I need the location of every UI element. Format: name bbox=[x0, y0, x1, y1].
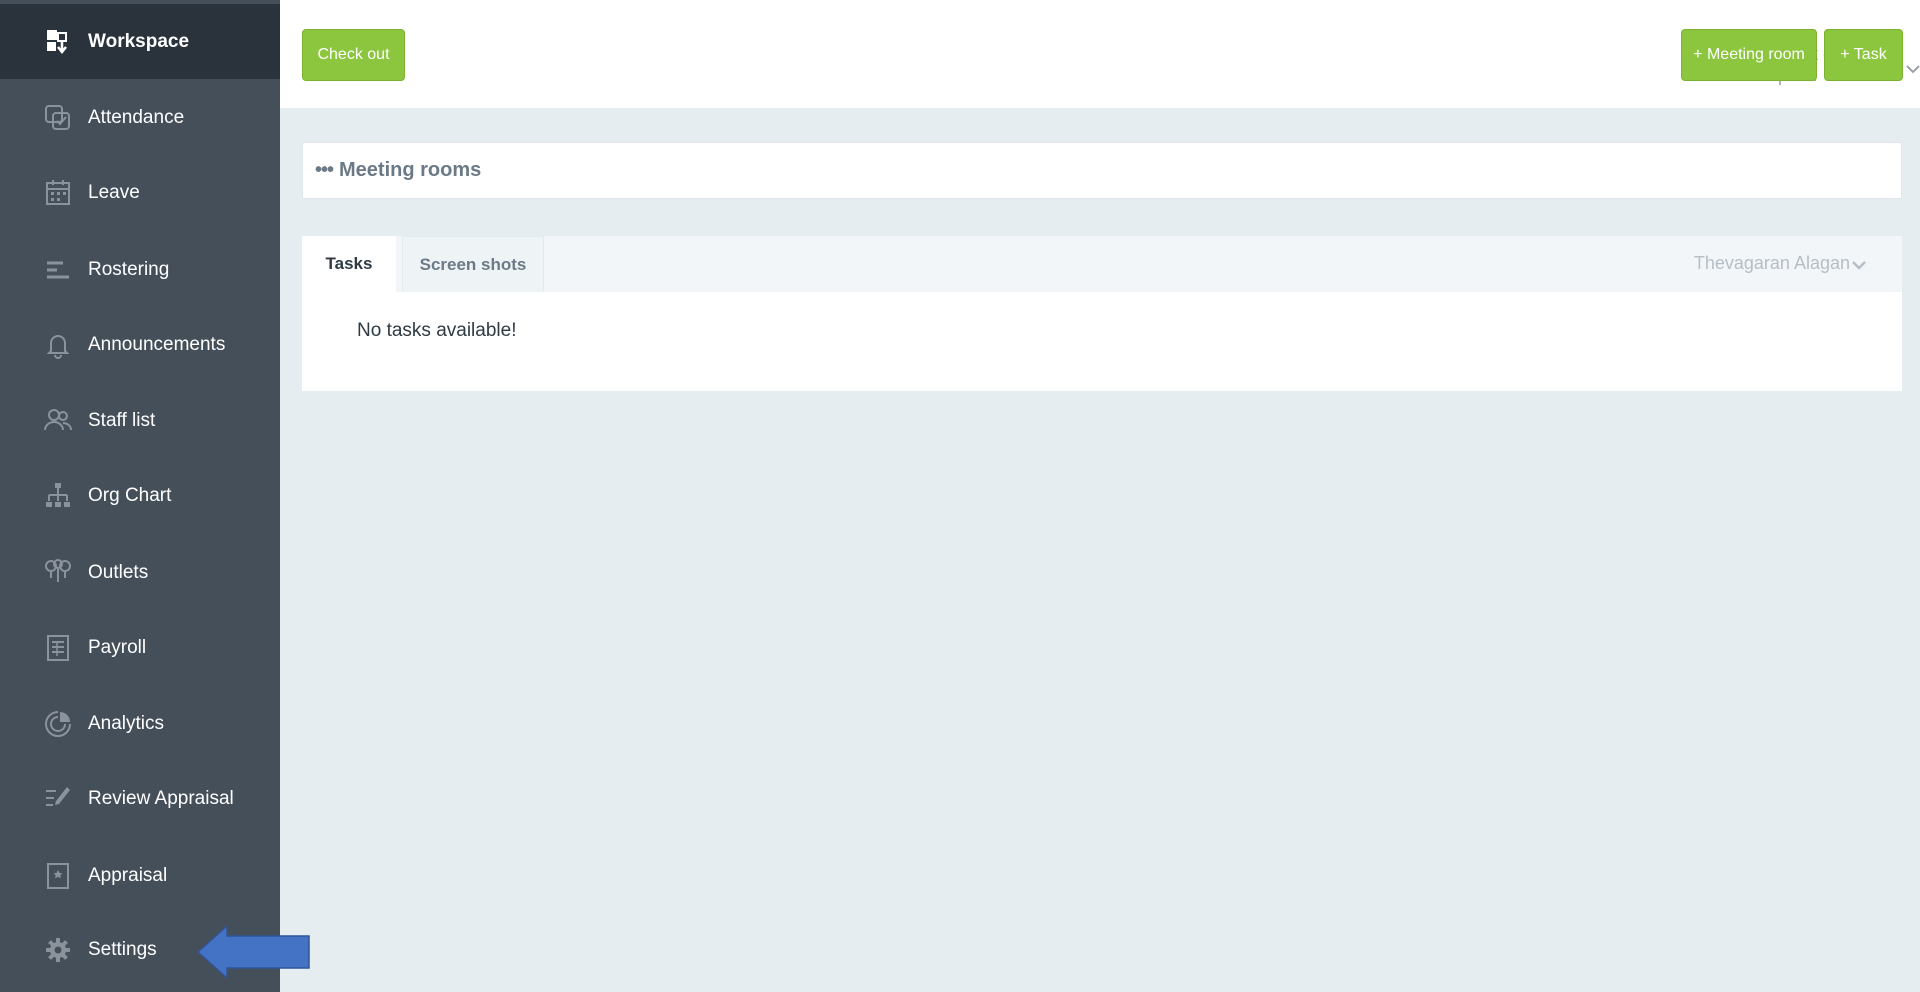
sidebar-item-label: Attendance bbox=[88, 106, 185, 128]
sidebar-item-label: Staff list bbox=[88, 409, 156, 431]
sidebar-item-label: Workspace bbox=[88, 30, 190, 52]
user-filter-dropdown[interactable]: Thevagaran Alagan bbox=[1694, 252, 1866, 275]
sidebar-item-label: Outlets bbox=[88, 561, 149, 583]
sidebar-item-announcements[interactable]: Announcements bbox=[0, 307, 280, 382]
tab-screen-shots[interactable]: Screen shots bbox=[402, 236, 544, 292]
sidebar-item-label: Review Appraisal bbox=[88, 787, 234, 809]
sidebar: Workspace Attendance Leave Rostering Ann… bbox=[0, 0, 289, 992]
sidebar-item-payroll[interactable]: Payroll bbox=[0, 610, 280, 685]
meeting-rooms-panel[interactable]: ••• Meeting rooms bbox=[302, 142, 1902, 199]
sidebar-item-label: Analytics bbox=[88, 712, 165, 734]
top-toolbar: Check out Select export option + Meeting… bbox=[280, 0, 1920, 108]
bell-icon bbox=[43, 330, 73, 360]
sidebar-item-label: Org Chart bbox=[88, 484, 172, 506]
sidebar-item-attendance[interactable]: Attendance bbox=[0, 80, 280, 155]
sidebar-item-label: Leave bbox=[88, 181, 140, 203]
sidebar-item-rostering[interactable]: Rostering bbox=[0, 232, 280, 307]
tasks-panel: Tasks Screen shots Thevagaran Alagan No … bbox=[302, 236, 1902, 391]
appraisal-icon bbox=[43, 861, 73, 891]
tabs-bar: Tasks Screen shots Thevagaran Alagan bbox=[302, 236, 1902, 292]
check-out-button[interactable]: Check out bbox=[302, 29, 405, 81]
attendance-icon bbox=[43, 103, 73, 133]
gear-icon bbox=[43, 935, 73, 965]
review-appraisal-icon bbox=[43, 784, 73, 814]
org-chart-icon bbox=[43, 481, 73, 511]
dots-icon: ••• bbox=[315, 159, 334, 181]
sidebar-item-review-appraisal[interactable]: Review Appraisal bbox=[0, 761, 280, 836]
sidebar-item-analytics[interactable]: Analytics bbox=[0, 686, 280, 761]
rostering-icon bbox=[43, 255, 73, 285]
sidebar-item-label: Rostering bbox=[88, 258, 170, 280]
sidebar-item-outlets[interactable]: Outlets bbox=[0, 535, 280, 610]
workspace-icon bbox=[43, 27, 73, 57]
tab-tasks[interactable]: Tasks bbox=[302, 236, 396, 292]
outlets-icon bbox=[43, 558, 73, 588]
sidebar-item-label: Announcements bbox=[88, 333, 226, 355]
calendar-icon bbox=[43, 178, 73, 208]
sidebar-item-label: Appraisal bbox=[88, 864, 168, 886]
sidebar-item-label: Payroll bbox=[88, 636, 147, 658]
sidebar-item-workspace[interactable]: Workspace bbox=[0, 4, 289, 79]
staff-icon bbox=[43, 406, 73, 436]
sidebar-item-org-chart[interactable]: Org Chart bbox=[0, 458, 280, 533]
tasks-body: No tasks available! bbox=[302, 292, 1902, 391]
payroll-icon bbox=[43, 633, 73, 663]
add-task-button[interactable]: + Task bbox=[1824, 29, 1903, 81]
sidebar-item-leave[interactable]: Leave bbox=[0, 155, 280, 230]
meeting-rooms-title: Meeting rooms bbox=[339, 159, 482, 181]
empty-tasks-message: No tasks available! bbox=[357, 320, 517, 341]
add-meeting-room-button[interactable]: + Meeting room bbox=[1681, 29, 1817, 81]
chevron-down-icon bbox=[1906, 58, 1920, 79]
sidebar-item-appraisal[interactable]: Appraisal bbox=[0, 838, 280, 913]
analytics-icon bbox=[43, 709, 73, 739]
user-filter-label: Thevagaran Alagan bbox=[1693, 253, 1850, 273]
sidebar-item-label: Settings bbox=[88, 938, 157, 960]
sidebar-item-staff-list[interactable]: Staff list bbox=[0, 383, 280, 458]
annotation-arrow-icon bbox=[196, 924, 310, 980]
chevron-down-icon bbox=[1852, 254, 1866, 275]
